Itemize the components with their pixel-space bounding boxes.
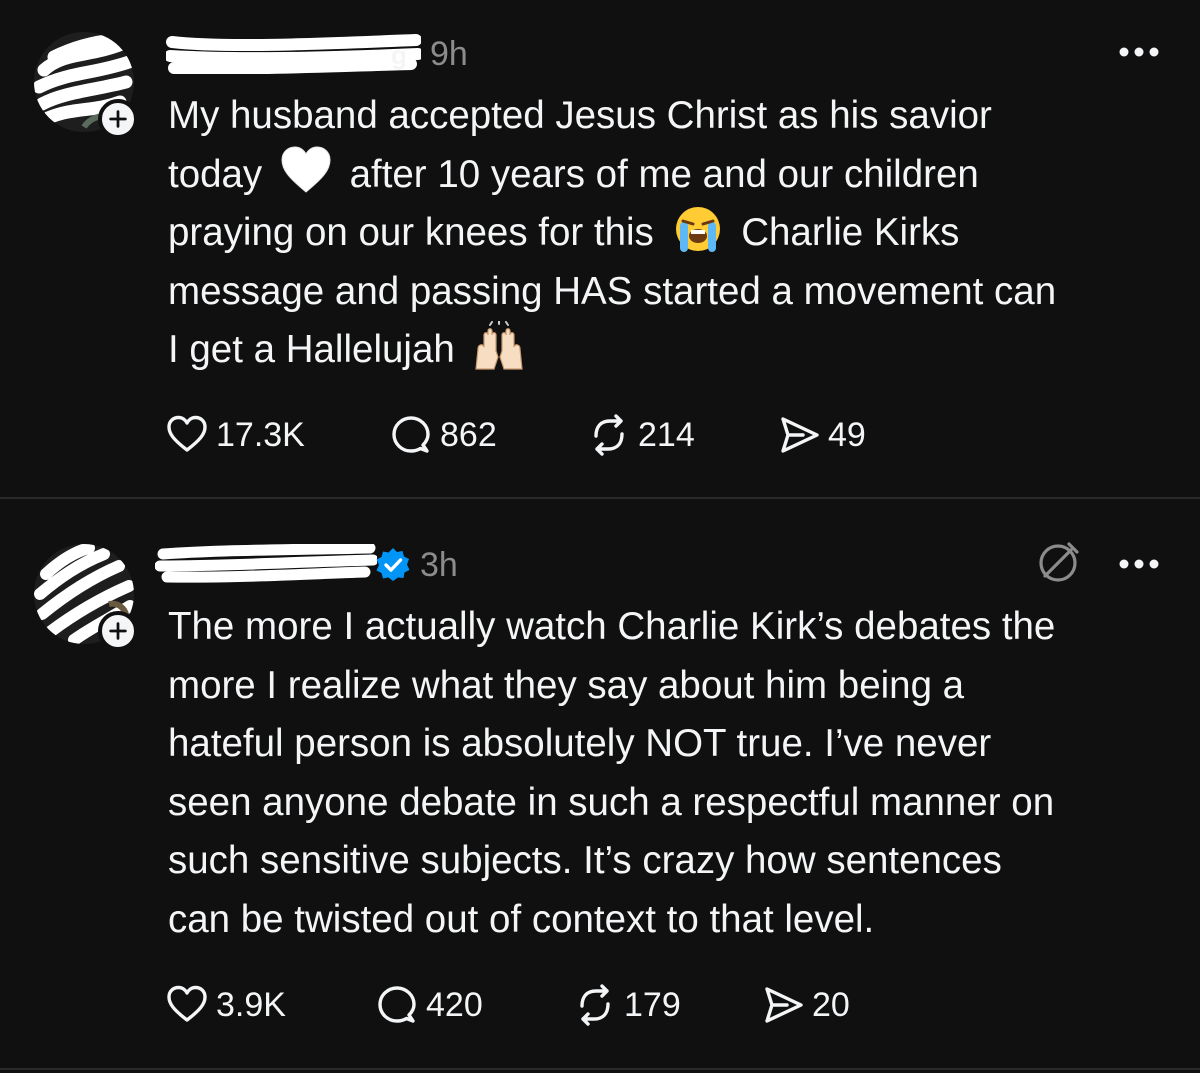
post-text: My husband accepted Jesus Christ as his … bbox=[168, 94, 992, 137]
username-redacted[interactable] bbox=[155, 544, 377, 584]
share-count: 20 bbox=[812, 986, 850, 1024]
like-button[interactable]: 17.3K bbox=[166, 410, 305, 460]
follow-button[interactable] bbox=[98, 99, 138, 139]
post-text: I get a Hallelujah bbox=[168, 328, 466, 371]
post-actions: 3.9K 420 179 20 bbox=[166, 980, 926, 1030]
share-send-icon bbox=[778, 414, 820, 456]
reply-bubble-icon bbox=[390, 414, 432, 456]
repost-button[interactable]: 179 bbox=[574, 980, 681, 1030]
raising-hands-icon bbox=[472, 321, 526, 371]
post-time: 3h bbox=[420, 546, 458, 584]
thread-post: 3h The more I actually watch Charlie Kir… bbox=[0, 500, 1200, 1070]
like-count: 3.9K bbox=[216, 986, 286, 1024]
repost-icon bbox=[574, 984, 616, 1026]
post-line: can be twisted out of context to that le… bbox=[168, 897, 875, 941]
verified-badge-icon bbox=[374, 546, 412, 584]
post-divider bbox=[0, 1068, 1200, 1070]
mute-icon[interactable] bbox=[1033, 538, 1083, 588]
post-line: such sensitive subjects. It’s crazy how … bbox=[168, 839, 1002, 882]
post-text: after 10 years of me and our children bbox=[338, 152, 979, 196]
thread-post: g 9h My husband accepted Jesus Christ as… bbox=[0, 0, 1200, 498]
repost-count: 214 bbox=[638, 416, 695, 454]
post-line: today after 10 years of me and our child… bbox=[168, 145, 1178, 205]
share-button[interactable]: 49 bbox=[778, 410, 866, 460]
post-actions: 17.3K 862 214 49 bbox=[166, 410, 926, 460]
plus-icon bbox=[107, 108, 129, 130]
reply-count: 420 bbox=[426, 986, 483, 1024]
loudly-crying-face-icon bbox=[671, 204, 725, 254]
reply-count: 862 bbox=[440, 416, 497, 454]
post-line: My husband accepted Jesus Christ as his … bbox=[168, 87, 1178, 146]
more-options-button[interactable] bbox=[1117, 40, 1161, 64]
white-heart-icon bbox=[279, 145, 333, 196]
like-button[interactable]: 3.9K bbox=[166, 980, 286, 1030]
username-redacted[interactable]: g bbox=[166, 34, 421, 74]
reply-button[interactable]: 420 bbox=[376, 980, 483, 1030]
post-line: hateful person is absolutely NOT true. I… bbox=[168, 722, 992, 765]
heart-icon bbox=[166, 984, 208, 1026]
post-text: praying on our knees for this bbox=[168, 211, 665, 254]
post-text: message and passing HAS started a moveme… bbox=[168, 269, 1057, 313]
reply-button[interactable]: 862 bbox=[390, 410, 497, 460]
share-send-icon bbox=[762, 984, 804, 1026]
follow-button[interactable] bbox=[98, 611, 138, 651]
reply-bubble-icon bbox=[376, 984, 418, 1026]
heart-icon bbox=[166, 414, 208, 456]
post-line: seen anyone debate in such a respectful … bbox=[168, 780, 1055, 824]
post-body: My husband accepted Jesus Christ as his … bbox=[168, 87, 1178, 380]
post-line: message and passing HAS started a moveme… bbox=[168, 263, 1178, 322]
post-line: praying on our knees for this Charlie Ki… bbox=[168, 204, 1178, 263]
more-options-button[interactable] bbox=[1117, 552, 1161, 576]
more-options-icon bbox=[1117, 40, 1161, 64]
post-text: Charlie Kirks bbox=[730, 211, 960, 254]
repost-button[interactable]: 214 bbox=[588, 410, 695, 460]
repost-icon bbox=[588, 414, 630, 456]
post-text: today bbox=[168, 152, 273, 196]
repost-count: 179 bbox=[624, 986, 681, 1024]
post-line: The more I actually watch Charlie Kirk’s… bbox=[168, 605, 1056, 648]
post-divider bbox=[0, 497, 1200, 499]
svg-text:g: g bbox=[391, 40, 407, 70]
post-line: more I realize what they say about him b… bbox=[168, 663, 965, 707]
plus-icon bbox=[107, 620, 129, 642]
post-line: I get a Hallelujah bbox=[168, 321, 1178, 380]
more-options-icon bbox=[1117, 552, 1161, 576]
share-count: 49 bbox=[828, 416, 866, 454]
post-time: 9h bbox=[430, 35, 468, 73]
post-body: The more I actually watch Charlie Kirk’s… bbox=[168, 598, 1178, 949]
share-button[interactable]: 20 bbox=[762, 980, 850, 1030]
like-count: 17.3K bbox=[216, 416, 305, 454]
